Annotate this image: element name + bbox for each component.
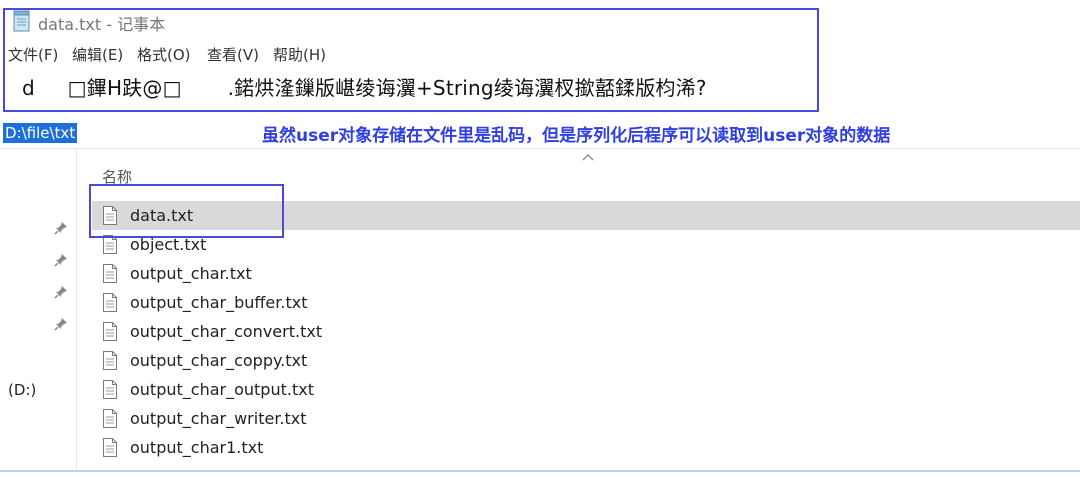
text-file-icon (103, 351, 117, 370)
file-row[interactable]: output_char_buffer.txt (102, 288, 307, 317)
file-row[interactable]: output_char_coppy.txt (102, 346, 307, 375)
file-row[interactable]: output_char_convert.txt (102, 317, 322, 346)
drive-d-nav-item[interactable]: (D:) (8, 381, 36, 399)
text-file-icon (103, 264, 117, 283)
file-row[interactable]: output_char.txt (102, 259, 252, 288)
file-name: output_char_convert.txt (130, 322, 323, 341)
file-name: output_char_buffer.txt (130, 293, 308, 312)
pin-icon[interactable] (54, 253, 68, 267)
file-name: output_char1.txt (130, 438, 264, 457)
pin-icon[interactable] (54, 285, 68, 299)
bottom-border (0, 470, 1080, 472)
file-name: output_char.txt (130, 264, 252, 283)
header-divider (0, 148, 1080, 149)
file-row[interactable]: output_char_output.txt (102, 375, 314, 404)
text-file-icon (103, 409, 117, 428)
file-name: output_char_writer.txt (130, 409, 307, 428)
pin-icon[interactable] (54, 221, 68, 235)
file-name: output_char_coppy.txt (130, 351, 308, 370)
file-name: output_char_output.txt (130, 380, 314, 399)
text-file-icon (103, 293, 117, 312)
text-file-icon (103, 322, 117, 341)
text-file-icon (103, 438, 117, 457)
file-row[interactable]: output_char1.txt (102, 433, 263, 462)
pin-icon[interactable] (54, 317, 68, 331)
annotation-text: 虽然user对象存储在文件里是乱码，但是序列化后程序可以读取到user对象的数据 (262, 126, 891, 146)
navigation-pane-divider (76, 149, 77, 470)
file-row[interactable]: output_char_writer.txt (102, 404, 307, 433)
notepad-highlight-box (3, 8, 819, 112)
address-path[interactable]: D:\file\txt (3, 123, 78, 143)
sort-chevron-up-icon[interactable] (581, 152, 595, 162)
file-highlight-box (89, 184, 284, 238)
text-file-icon (103, 380, 117, 399)
